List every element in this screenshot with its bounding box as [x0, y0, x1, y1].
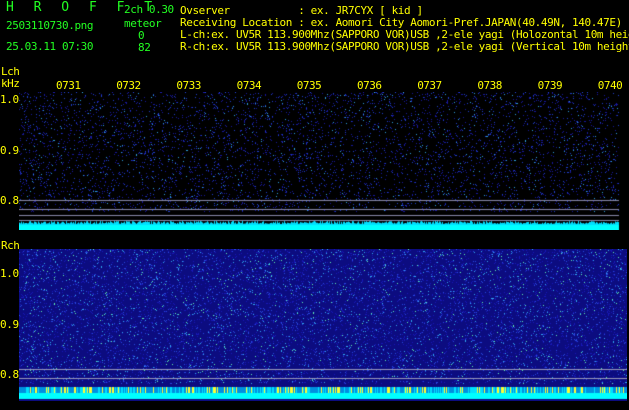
date-time: 25.03.11 07:30 — [6, 40, 94, 53]
rch-freq-1-0: 1.0 — [0, 267, 19, 280]
khz-unit-label: kHz — [1, 77, 20, 90]
time-tick: 0734 — [236, 79, 262, 92]
rch-freq-0-9: 0.9 — [0, 318, 19, 331]
meteor-count-r: 82 — [138, 41, 151, 54]
time-tick: 0732 — [116, 79, 141, 92]
time-tick: 0736 — [357, 79, 382, 92]
lch-freq-1-0: 1.0 — [0, 93, 19, 106]
mode-label: 2ch 0.30 — [124, 3, 174, 16]
time-tick: 0738 — [477, 79, 502, 92]
lch-spectrogram — [19, 92, 627, 230]
time-tick: 0737 — [417, 79, 442, 92]
file-name: 2503110730.png — [6, 19, 94, 32]
time-tick: 0733 — [176, 79, 201, 92]
rch-spectrogram — [19, 249, 627, 401]
lch-freq-0-9: 0.9 — [0, 144, 19, 157]
time-tick: 0731 — [56, 79, 81, 92]
time-tick: 0740 — [597, 79, 623, 92]
rch-freq-0-8: 0.8 — [0, 368, 19, 381]
lch-freq-0-8: 0.8 — [0, 194, 19, 207]
time-tick: 0739 — [537, 79, 563, 92]
rch-label: Rch — [1, 239, 20, 252]
rch-description: R-ch:ex. UV5R 113.900Mhz(SAPPORO VOR)USB… — [180, 40, 629, 53]
time-tick: 0735 — [296, 79, 322, 92]
